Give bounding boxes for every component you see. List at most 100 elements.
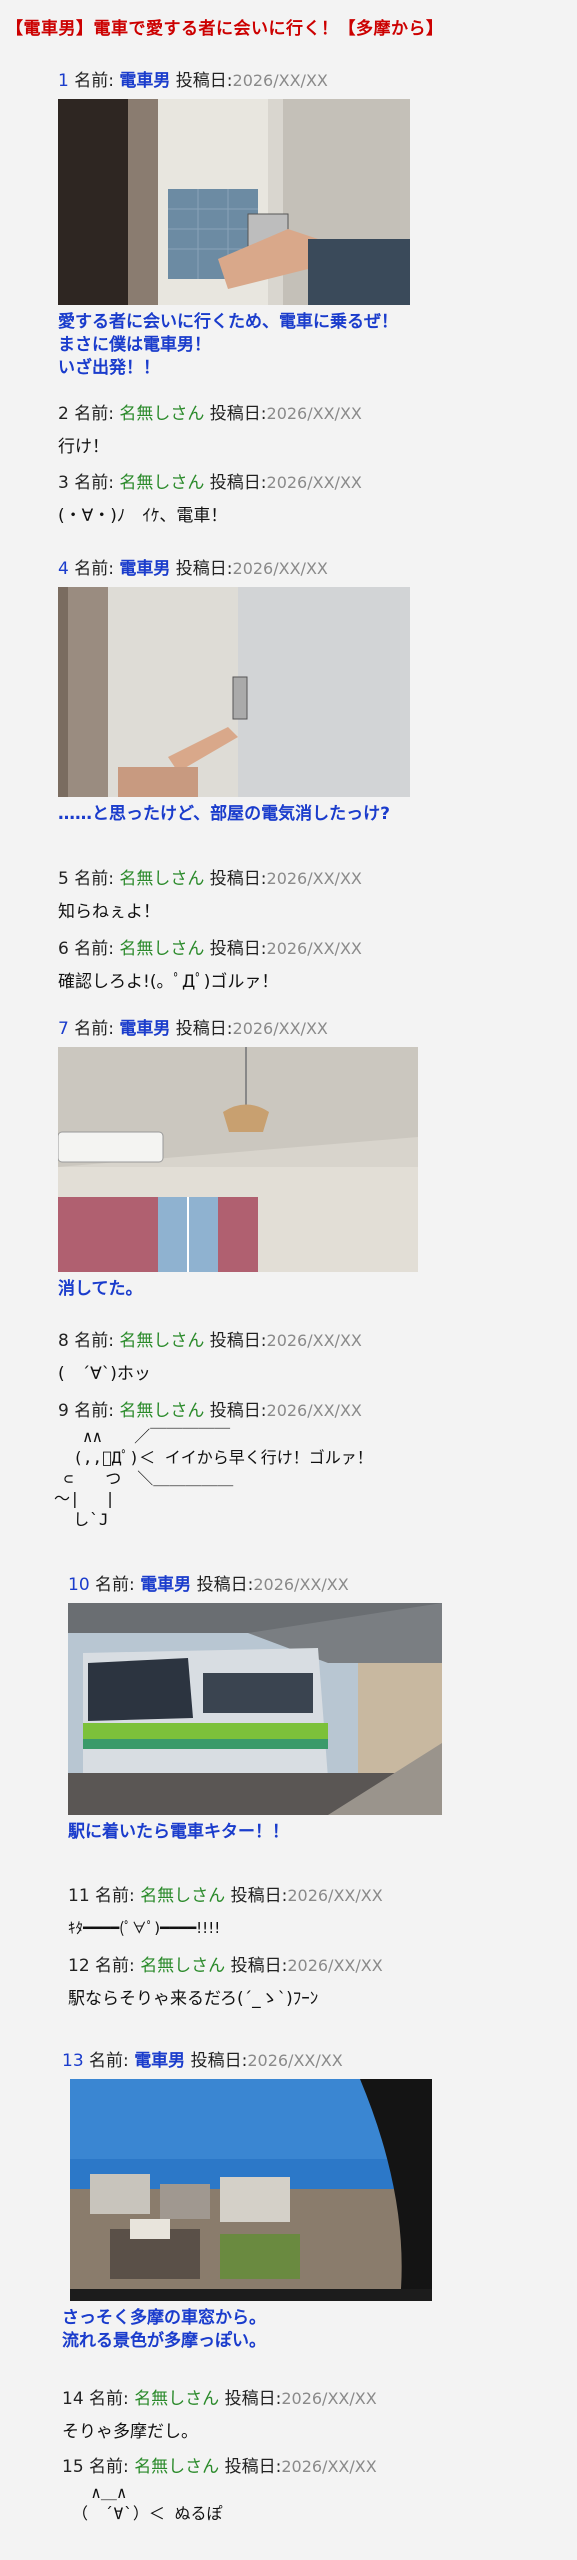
post-number[interactable]: 14	[62, 2389, 84, 2409]
post-11: 11 名前: 名無しさん 投稿日:2026/XX/XX ｷﾀ━━━━(ﾟ∀ﾟ)━…	[68, 1885, 383, 1938]
post-date: 2026/XX/XX	[266, 939, 362, 958]
post-header: 7 名前: 電車男 投稿日:2026/XX/XX	[58, 1018, 418, 1041]
post-header: 8 名前: 名無しさん 投稿日:2026/XX/XX	[58, 1330, 362, 1353]
poster-name: 名無しさん	[119, 404, 205, 424]
poster-name: 名無しさん	[140, 1886, 226, 1906]
post-header: 11 名前: 名無しさん 投稿日:2026/XX/XX	[68, 1885, 383, 1908]
date-prefix: 投稿日:	[209, 1331, 267, 1351]
post-number[interactable]: 3	[58, 473, 69, 493]
name-prefix: 名前:	[74, 1019, 114, 1039]
photo-train-window[interactable]	[70, 2078, 432, 2301]
post-date: 2026/XX/XX	[247, 2051, 343, 2070]
name-prefix: 名前:	[89, 2389, 129, 2409]
date-prefix: 投稿日:	[175, 1019, 233, 1039]
date-prefix: 投稿日:	[209, 1401, 267, 1421]
post-number[interactable]: 4	[58, 559, 69, 579]
poster-name: 電車男	[119, 559, 171, 579]
post-date: 2026/XX/XX	[287, 1886, 383, 1905]
post-date: 2026/XX/XX	[266, 1331, 362, 1350]
photo-light-switch[interactable]	[58, 586, 410, 797]
post-date: 2026/XX/XX	[232, 559, 328, 578]
date-prefix: 投稿日:	[196, 1575, 254, 1595]
poster-name: 電車男	[134, 2051, 186, 2071]
date-prefix: 投稿日:	[209, 869, 267, 889]
date-prefix: 投稿日:	[209, 404, 267, 424]
post-6: 6 名前: 名無しさん 投稿日:2026/XX/XX 確認しろよ!(。ﾟДﾟ)ゴ…	[58, 938, 362, 994]
post-header: 5 名前: 名無しさん 投稿日:2026/XX/XX	[58, 868, 362, 891]
post-number[interactable]: 8	[58, 1331, 69, 1351]
post-header: 9 名前: 名無しさん 投稿日:2026/XX/XX	[58, 1400, 373, 1423]
post-header: 15 名前: 名無しさん 投稿日:2026/XX/XX	[62, 2456, 377, 2479]
date-prefix: 投稿日:	[230, 1886, 288, 1906]
post-header: 3 名前: 名無しさん 投稿日:2026/XX/XX	[58, 472, 362, 495]
name-prefix: 名前:	[74, 404, 114, 424]
post-number[interactable]: 13	[62, 2051, 84, 2071]
post-13: 13 名前: 電車男 投稿日:2026/XX/XX さっそく多摩の車窓から。 流…	[62, 2050, 432, 2353]
poster-name: 名無しさん	[134, 2389, 220, 2409]
name-prefix: 名前:	[95, 1886, 135, 1906]
name-prefix: 名前:	[89, 2051, 129, 2071]
name-prefix: 名前:	[74, 939, 114, 959]
post-date: 2026/XX/XX	[266, 869, 362, 888]
post-body: ……と思ったけど、部屋の電気消したっけ?	[58, 803, 391, 824]
post-number[interactable]: 15	[62, 2457, 84, 2477]
name-prefix: 名前:	[74, 1401, 114, 1421]
date-prefix: 投稿日:	[224, 2457, 282, 2477]
post-date: 2026/XX/XX	[281, 2457, 377, 2476]
post-number[interactable]: 10	[68, 1575, 90, 1595]
post-number[interactable]: 7	[58, 1019, 69, 1039]
post-body: ( ´∀`)ホッ	[58, 1363, 151, 1384]
name-prefix: 名前:	[74, 71, 114, 91]
poster-name: 電車男	[119, 71, 171, 91]
post-header: 6 名前: 名無しさん 投稿日:2026/XX/XX	[58, 938, 362, 961]
date-prefix: 投稿日:	[190, 2051, 248, 2071]
post-body: 行け！	[58, 436, 109, 457]
photo-door-open[interactable]	[58, 98, 410, 305]
post-3: 3 名前: 名無しさん 投稿日:2026/XX/XX (・∀・)ﾉ ｲｹ、電車！	[58, 472, 362, 528]
post-14: 14 名前: 名無しさん 投稿日:2026/XX/XX そりゃ多摩だし。	[62, 2388, 377, 2444]
post-body: ｷﾀ━━━━(ﾟ∀ﾟ)━━━━!!!!	[68, 1918, 221, 1937]
post-body: 確認しろよ!(。ﾟДﾟ)ゴルァ！	[58, 971, 279, 992]
date-prefix: 投稿日:	[224, 2389, 282, 2409]
post-header: 14 名前: 名無しさん 投稿日:2026/XX/XX	[62, 2388, 377, 2411]
post-date: 2026/XX/XX	[266, 1401, 362, 1420]
post-number[interactable]: 12	[68, 1956, 90, 1976]
post-2: 2 名前: 名無しさん 投稿日:2026/XX/XX 行け！	[58, 403, 362, 459]
post-number[interactable]: 5	[58, 869, 69, 889]
name-prefix: 名前:	[95, 1956, 135, 1976]
post-date: 2026/XX/XX	[232, 71, 328, 90]
post-number[interactable]: 1	[58, 71, 69, 91]
post-7: 7 名前: 電車男 投稿日:2026/XX/XX 消してた。	[58, 1018, 418, 1301]
post-number[interactable]: 11	[68, 1886, 90, 1906]
post-header: 2 名前: 名無しさん 投稿日:2026/XX/XX	[58, 403, 362, 426]
post-header: 1 名前: 電車男 投稿日:2026/XX/XX	[58, 70, 410, 93]
post-number[interactable]: 9	[58, 1401, 69, 1421]
post-body: 知らねぇよ！	[58, 901, 160, 922]
post-body: (・∀・)ﾉ ｲｹ、電車！	[58, 505, 228, 526]
post-header: 4 名前: 電車男 投稿日:2026/XX/XX	[58, 558, 410, 581]
post-date: 2026/XX/XX	[266, 404, 362, 423]
photo-train-arrival[interactable]	[68, 1602, 442, 1815]
post-number[interactable]: 2	[58, 404, 69, 424]
post-date: 2026/XX/XX	[232, 1019, 328, 1038]
poster-name: 名無しさん	[119, 869, 205, 889]
post-8: 8 名前: 名無しさん 投稿日:2026/XX/XX ( ´∀`)ホッ	[58, 1330, 362, 1386]
thread-title: 【電車男】電車で愛する者に会いに行く！【多摩から】	[6, 19, 444, 39]
post-header: 10 名前: 電車男 投稿日:2026/XX/XX	[68, 1574, 442, 1597]
poster-name: 名無しさん	[119, 939, 205, 959]
date-prefix: 投稿日:	[209, 939, 267, 959]
post-body: そりゃ多摩だし。	[62, 2421, 198, 2442]
date-prefix: 投稿日:	[175, 71, 233, 91]
post-10: 10 名前: 電車男 投稿日:2026/XX/XX 駅に着いたら電車キター！！	[68, 1574, 442, 1844]
post-number[interactable]: 6	[58, 939, 69, 959]
post-date: 2026/XX/XX	[253, 1575, 349, 1594]
poster-name: 電車男	[140, 1575, 192, 1595]
name-prefix: 名前:	[74, 1331, 114, 1351]
post-body: さっそく多摩の車窓から。 流れる景色が多摩っぽい。	[62, 2307, 266, 2351]
post-9: 9 名前: 名無しさん 投稿日:2026/XX/XX ∧∧ ／￣￣￣￣￣ (,,…	[54, 1400, 373, 1531]
name-prefix: 名前:	[74, 473, 114, 493]
photo-room-ceiling[interactable]	[58, 1046, 418, 1272]
name-prefix: 名前:	[95, 1575, 135, 1595]
date-prefix: 投稿日:	[175, 559, 233, 579]
poster-name: 名無しさん	[134, 2457, 220, 2477]
